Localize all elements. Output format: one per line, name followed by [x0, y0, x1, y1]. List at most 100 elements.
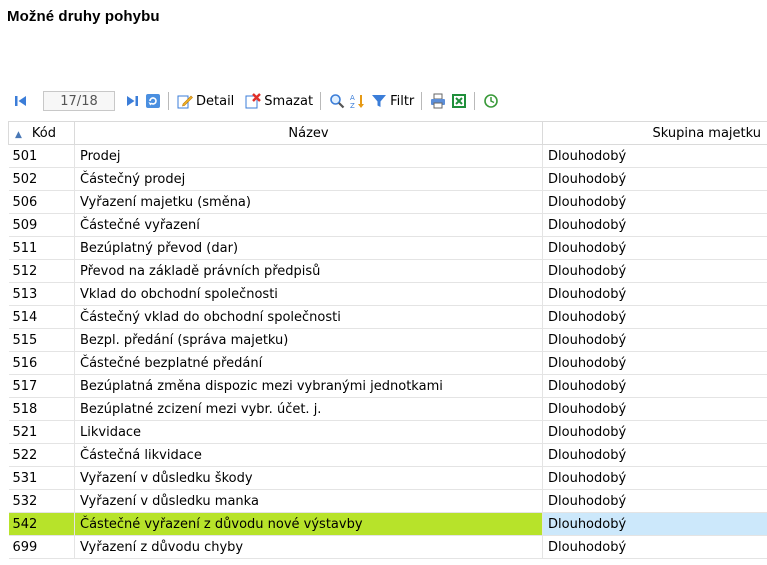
cell-nazev[interactable]: Vklad do obchodní společnosti	[74, 282, 543, 306]
cell-nazev[interactable]: Vyřazení z důvodu chyby	[74, 535, 543, 559]
cell-nazev[interactable]: Částečné vyřazení	[74, 213, 543, 237]
sort-button[interactable]: AZ	[347, 90, 368, 112]
filter-icon	[370, 93, 387, 110]
cell-skupina-majetku[interactable]: Dlouhodobý	[542, 259, 767, 283]
table-row[interactable]: 509 Částečné vyřazení Dlouhodobý	[8, 213, 767, 237]
table-row[interactable]: 532 Vyřazení v důsledku manka Dlouhodobý	[8, 489, 767, 513]
print-button[interactable]	[427, 90, 448, 112]
cell-kod[interactable]: 518	[8, 397, 75, 421]
table-row[interactable]: 699 Vyřazení z důvodu chyby Dlouhodobý	[8, 535, 767, 559]
filter-button[interactable]: Filtr	[368, 90, 416, 112]
cell-nazev[interactable]: Částečný prodej	[74, 167, 543, 191]
table-row[interactable]: 518 Bezúplatné zcizení mezi vybr. účet. j…	[8, 397, 767, 421]
cell-kod[interactable]: 515	[8, 328, 75, 352]
cell-skupina-majetku[interactable]: Dlouhodobý	[542, 236, 767, 260]
table-row[interactable]: 516 Částečné bezplatné předání Dlouhodobý	[8, 351, 767, 375]
toolbar-separator	[168, 92, 169, 110]
first-record-button[interactable]	[10, 90, 31, 112]
cell-skupina-majetku[interactable]: Dlouhodobý	[542, 328, 767, 352]
cell-skupina-majetku[interactable]: Dlouhodobý	[542, 374, 767, 398]
cell-skupina-majetku[interactable]: Dlouhodobý	[542, 420, 767, 444]
cell-kod[interactable]: 517	[8, 374, 75, 398]
cell-skupina-majetku[interactable]: Dlouhodobý	[542, 397, 767, 421]
printer-icon	[429, 93, 446, 110]
column-header-skupina-majetku[interactable]: Skupina majetku	[542, 121, 767, 145]
cell-nazev[interactable]: Částečná likvidace	[74, 443, 543, 467]
table-row[interactable]: 522 Částečná likvidace Dlouhodobý	[8, 443, 767, 467]
cell-kod[interactable]: 522	[8, 443, 75, 467]
cell-kod[interactable]: 532	[8, 489, 75, 513]
cell-kod[interactable]: 512	[8, 259, 75, 283]
cell-kod[interactable]: 542	[8, 512, 75, 536]
table-row[interactable]: 514 Částečný vklad do obchodní společnost…	[8, 305, 767, 329]
table-row[interactable]: 513 Vklad do obchodní společnosti Dlouhodo…	[8, 282, 767, 306]
table-row[interactable]: 501 Prodej Dlouhodobý	[8, 144, 767, 168]
cell-nazev[interactable]: Převod na základě právních předpisů	[74, 259, 543, 283]
cell-nazev[interactable]: Částečné bezplatné předání	[74, 351, 543, 375]
cell-skupina-majetku[interactable]: Dlouhodobý	[542, 282, 767, 306]
column-header-kod[interactable]: ▲ Kód	[8, 121, 75, 145]
cell-kod[interactable]: 501	[8, 144, 75, 168]
detail-button-label: Detail	[196, 93, 235, 109]
page-indicator[interactable]: 17/18	[43, 91, 115, 111]
cell-kod[interactable]: 531	[8, 466, 75, 490]
cell-kod[interactable]: 502	[8, 167, 75, 191]
history-button[interactable]	[480, 90, 501, 112]
delete-button[interactable]: Smazat	[242, 90, 315, 112]
edit-icon	[176, 93, 193, 110]
cell-skupina-majetku[interactable]: Dlouhodobý	[542, 466, 767, 490]
cell-skupina-majetku[interactable]: Dlouhodobý	[542, 213, 767, 237]
cell-nazev[interactable]: Bezúplatné zcizení mezi vybr. účet. j.	[74, 397, 543, 421]
detail-button[interactable]: Detail	[174, 90, 236, 112]
cell-nazev[interactable]: Bezpl. předání (správa majetku)	[74, 328, 543, 352]
table-row[interactable]: 512 Převod na základě právních předpisů Dl…	[8, 259, 767, 283]
cell-kod[interactable]: 511	[8, 236, 75, 260]
cell-nazev[interactable]: Bezúplatný převod (dar)	[74, 236, 543, 260]
grid-header-row: ▲ Kód Název Skupina majetku	[8, 121, 767, 145]
cell-kod[interactable]: 514	[8, 305, 75, 329]
column-header-nazev[interactable]: Název	[74, 121, 543, 145]
cell-skupina-majetku[interactable]: Dlouhodobý	[542, 167, 767, 191]
table-row[interactable]: 502 Částečný prodej Dlouhodobý	[8, 167, 767, 191]
table-row[interactable]: 542 Částečné vyřazení z důvodu nové výsta…	[8, 512, 767, 536]
cell-kod[interactable]: 509	[8, 213, 75, 237]
last-record-button[interactable]	[121, 90, 142, 112]
cell-skupina-majetku[interactable]: Dlouhodobý	[542, 351, 767, 375]
svg-text:A: A	[350, 94, 355, 102]
cell-nazev[interactable]: Vyřazení majetku (směna)	[74, 190, 543, 214]
cell-nazev[interactable]: Částečné vyřazení z důvodu nové výstavby	[74, 512, 543, 536]
cell-kod[interactable]: 513	[8, 282, 75, 306]
cell-nazev[interactable]: Částečný vklad do obchodní společnosti	[74, 305, 543, 329]
toolbar-separator	[320, 92, 322, 110]
refresh-button[interactable]	[142, 90, 163, 112]
search-button[interactable]	[326, 90, 347, 112]
cell-skupina-majetku[interactable]: Dlouhodobý	[542, 190, 767, 214]
table-row[interactable]: 531 Vyřazení v důsledku škody Dlouhodobý	[8, 466, 767, 490]
cell-nazev[interactable]: Vyřazení v důsledku manka	[74, 489, 543, 513]
toolbar-separator	[421, 92, 423, 110]
cell-nazev[interactable]: Prodej	[74, 144, 543, 168]
cell-skupina-majetku[interactable]: Dlouhodobý	[542, 305, 767, 329]
table-row[interactable]: 511 Bezúplatný převod (dar) Dlouhodobý	[8, 236, 767, 260]
table-row[interactable]: 506 Vyřazení majetku (směna) Dlouhodobý	[8, 190, 767, 214]
clock-icon	[482, 93, 499, 110]
cell-kod[interactable]: 699	[8, 535, 75, 559]
cell-skupina-majetku[interactable]: Dlouhodobý	[542, 512, 767, 536]
cell-nazev[interactable]: Bezúplatná změna dispozic mezi vybranými…	[74, 374, 543, 398]
table-row[interactable]: 521 Likvidace Dlouhodobý	[8, 420, 767, 444]
cell-kod[interactable]: 506	[8, 190, 75, 214]
cell-kod[interactable]: 521	[8, 420, 75, 444]
cell-skupina-majetku[interactable]: Dlouhodobý	[542, 535, 767, 559]
export-excel-button[interactable]	[448, 90, 469, 112]
cell-nazev[interactable]: Likvidace	[74, 420, 543, 444]
data-grid: ▲ Kód Název Skupina majetku 501 Prodej Dlou…	[8, 121, 767, 559]
excel-icon	[450, 93, 467, 110]
toolbar-separator	[474, 92, 476, 110]
cell-skupina-majetku[interactable]: Dlouhodobý	[542, 489, 767, 513]
cell-skupina-majetku[interactable]: Dlouhodobý	[542, 443, 767, 467]
cell-nazev[interactable]: Vyřazení v důsledku škody	[74, 466, 543, 490]
table-row[interactable]: 517 Bezúplatná změna dispozic mezi vybran…	[8, 374, 767, 398]
cell-kod[interactable]: 516	[8, 351, 75, 375]
table-row[interactable]: 515 Bezpl. předání (správa majetku) Dlouho…	[8, 328, 767, 352]
cell-skupina-majetku[interactable]: Dlouhodobý	[542, 144, 767, 168]
